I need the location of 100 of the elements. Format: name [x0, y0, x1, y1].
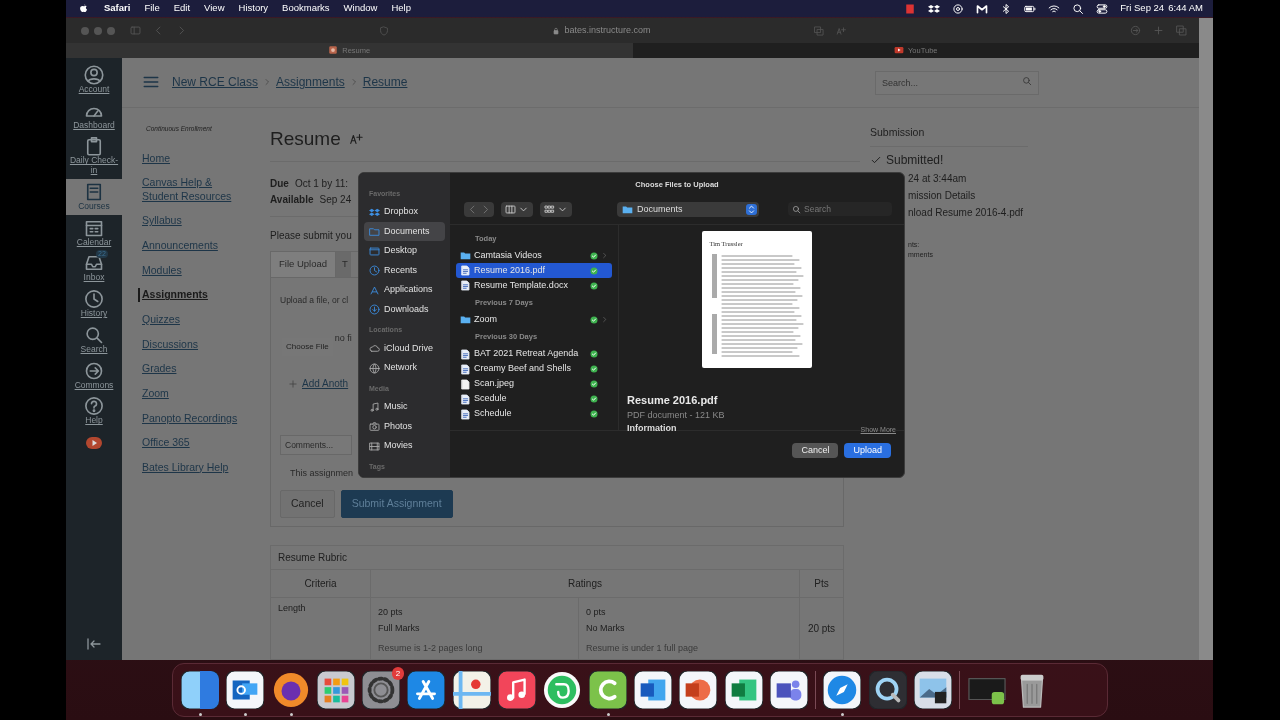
breadcrumb-link[interactable]: Resume [362, 73, 408, 92]
available-label: Available [270, 194, 314, 206]
cancel-button[interactable]: Cancel [280, 489, 335, 518]
file-row[interactable]: Camtasia Videos [456, 248, 612, 263]
document-icon [460, 393, 471, 405]
envelope-icon[interactable] [226, 671, 265, 709]
nav-item[interactable]: Courses [66, 178, 122, 215]
upload-button[interactable]: Upload [844, 442, 891, 459]
sidebar-item[interactable]: Dropbox [364, 202, 445, 222]
course-nav-link[interactable]: Home [142, 151, 260, 166]
nav-item[interactable]: History [66, 286, 122, 322]
lock-icon [552, 26, 561, 35]
file-row[interactable]: Scedule [456, 391, 612, 407]
breadcrumb-link[interactable]: New RCE Class [172, 73, 258, 92]
sidebar-item[interactable]: Downloads [364, 299, 445, 320]
course-nav-link[interactable]: Syllabus [142, 214, 260, 229]
submit-button[interactable]: Submit Assignment [340, 489, 453, 518]
navigation-buttons[interactable] [464, 201, 494, 217]
m-icon[interactable] [976, 2, 989, 15]
gear-icon[interactable] [362, 671, 401, 709]
play-icon[interactable] [83, 435, 105, 452]
crossed-lines-icon[interactable] [407, 671, 446, 709]
sidebar-item[interactable]: Desktop [364, 241, 445, 261]
lens-icon[interactable] [868, 671, 907, 709]
course-nav-link[interactable]: Modules [142, 263, 260, 278]
sidebar-item[interactable]: Photos [364, 416, 445, 437]
course-nav-link[interactable]: Discussions [142, 337, 260, 352]
pie-icon[interactable] [679, 671, 718, 709]
menu-item[interactable]: View [204, 1, 225, 16]
file-row[interactable]: BAT 2021 Retreat Agenda [456, 346, 612, 362]
grid-view-button[interactable] [540, 201, 572, 217]
menu-item[interactable]: Edit [173, 1, 191, 16]
nav-item[interactable]: Help [66, 393, 122, 430]
nav-item[interactable]: Dashboard [66, 97, 122, 134]
download-link[interactable]: nload Resume 2016-4.pdf [908, 206, 1024, 218]
cancel-button[interactable]: Cancel [792, 442, 839, 459]
course-nav-link[interactable]: Announcements [142, 239, 260, 253]
menu-item[interactable]: Help [391, 1, 411, 16]
ring-icon[interactable] [271, 671, 310, 709]
photo-icon[interactable] [914, 671, 953, 709]
compass-icon[interactable] [823, 671, 862, 709]
course-nav-link[interactable]: Panopto Recordings [142, 411, 260, 426]
music-note-icon[interactable] [498, 671, 537, 709]
wifi-icon[interactable] [1048, 2, 1061, 15]
collapse-icon[interactable] [86, 636, 102, 652]
course-nav-link[interactable]: Assignments [138, 288, 260, 302]
grid-icon[interactable] [316, 671, 355, 709]
control-center-icon[interactable] [1096, 2, 1109, 15]
course-nav-link[interactable]: Grades [142, 362, 260, 376]
search-icon[interactable] [1072, 2, 1085, 15]
app-name[interactable]: Safari [104, 1, 131, 16]
add-another-link[interactable]: Add Anoth [288, 376, 349, 392]
map-icon[interactable] [452, 671, 491, 709]
location-popup[interactable]: Documents [617, 201, 759, 217]
file-icon [460, 378, 471, 390]
file-row[interactable]: Schedule [456, 406, 612, 422]
nav-item[interactable]: Commons [66, 357, 122, 394]
search-field[interactable]: Search [788, 202, 892, 216]
reader-icon[interactable] [348, 132, 363, 146]
nav-item[interactable]: Daily Check-in [66, 133, 122, 179]
stop-icon[interactable] [904, 2, 917, 15]
details-link[interactable]: mission Details [908, 189, 976, 201]
sidebar-item[interactable]: Music [364, 397, 445, 417]
arc-icon[interactable] [588, 671, 627, 709]
file-row[interactable]: Creamy Beef and Shells [456, 361, 612, 377]
course-nav-link[interactable]: Quizzes [142, 313, 260, 327]
menu-item[interactable]: File [144, 1, 160, 16]
file-row[interactable]: Zoom [456, 312, 612, 328]
spreadsheet-icon[interactable] [724, 671, 763, 709]
nav-item[interactable]: Calendar [66, 214, 122, 251]
nav-item[interactable]: Search [66, 321, 122, 358]
file-row[interactable]: Resume Template.docx [456, 278, 612, 293]
course-nav-link[interactable]: Office 365 [142, 436, 260, 450]
sidebar-item[interactable]: Recents [364, 260, 445, 281]
sidebar-item[interactable]: Documents [364, 221, 445, 242]
course-nav-link[interactable]: Bates Library Help [142, 460, 260, 475]
sidebar-item[interactable]: iCloud Drive [364, 338, 445, 359]
menu-item[interactable]: Bookmarks [282, 1, 330, 16]
comments-field[interactable]: Comments... [280, 435, 352, 456]
submission-tab[interactable]: File Upload [271, 252, 337, 277]
file-row[interactable]: Scan.jpeg [456, 376, 612, 392]
people-icon[interactable] [769, 671, 808, 709]
column-view-button[interactable] [501, 201, 533, 217]
nav-item[interactable]: Account [66, 61, 122, 98]
document-icon [460, 348, 471, 360]
sidebar-item[interactable]: Network [364, 358, 445, 378]
ring-icon[interactable] [952, 2, 965, 15]
file-row[interactable]: Resume 2016.pdf [456, 263, 612, 278]
menu-item[interactable]: History [238, 1, 269, 16]
document-icon[interactable] [633, 671, 672, 709]
search-field[interactable]: Search... [875, 71, 1039, 96]
diamonds-icon[interactable] [928, 2, 941, 15]
address-bar[interactable]: bates.instructure.com [401, 23, 802, 38]
course-nav-link[interactable]: Zoom [142, 386, 260, 401]
breadcrumb-link[interactable]: Assignments [276, 73, 345, 92]
sidebar-item[interactable]: Movies [364, 436, 445, 456]
menu-item[interactable]: Window [343, 1, 378, 16]
globe-icon [369, 362, 380, 374]
sidebar-item[interactable]: Applications [364, 280, 445, 300]
course-nav-link[interactable]: Canvas Help & Student Resources [142, 176, 242, 204]
